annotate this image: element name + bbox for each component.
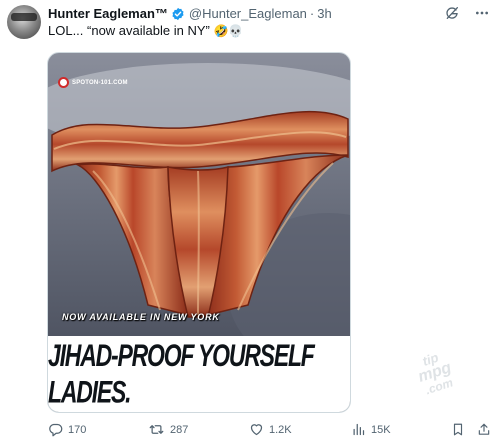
like-count: 1.2K xyxy=(269,423,292,436)
grok-icon[interactable] xyxy=(444,5,460,21)
views-count: 15K xyxy=(371,423,391,436)
share-button[interactable] xyxy=(477,422,491,437)
tweet-actions-bar: 170 287 1.2K 15K xyxy=(0,422,500,440)
tweet-body: LOL... “now available in NY” xyxy=(48,23,210,38)
views-icon xyxy=(353,423,365,436)
reply-icon xyxy=(49,423,63,437)
tweet-media-image[interactable]: SPOTON-101.COM NOW AVAILABLE IN NEW YORK… xyxy=(47,52,351,413)
like-button[interactable]: 1.2K xyxy=(249,422,292,437)
share-icon xyxy=(478,423,490,435)
reply-count: 170 xyxy=(68,423,87,436)
image-banner: JIHAD-PROOF YOURSELF LADIES. xyxy=(48,336,350,412)
separator-dot: · xyxy=(309,6,315,21)
repost-button[interactable]: 287 xyxy=(148,422,188,437)
banner-text: JIHAD-PROOF YOURSELF LADIES. xyxy=(48,337,315,410)
bookmark-icon xyxy=(453,423,463,436)
verified-badge-icon xyxy=(172,7,184,20)
like-icon xyxy=(250,424,263,436)
bacon-underwear-illustration xyxy=(51,110,349,318)
views-button[interactable]: 15K xyxy=(351,422,391,437)
bookmark-button[interactable] xyxy=(451,422,465,437)
tweet-text: LOL... “now available in NY” 🤣💀 xyxy=(48,23,243,38)
top-actions xyxy=(444,5,490,21)
watermark-logo: tip mpg .com xyxy=(412,348,457,398)
timestamp[interactable]: 3h xyxy=(317,6,331,21)
author-name[interactable]: Hunter Eagleman™ xyxy=(48,6,168,21)
author-handle[interactable]: @Hunter_Eagleman xyxy=(189,6,307,21)
tweet-emojis: 🤣💀 xyxy=(213,24,244,38)
logo-mark-icon xyxy=(58,77,69,88)
source-logo: SPOTON-101.COM xyxy=(58,77,128,88)
tweet-header: Hunter Eagleman™ @Hunter_Eagleman · 3h xyxy=(48,5,332,22)
more-icon[interactable] xyxy=(474,5,490,21)
image-caption: NOW AVAILABLE IN NEW YORK xyxy=(62,312,220,322)
repost-count: 287 xyxy=(170,423,189,436)
logo-text: SPOTON-101.COM xyxy=(72,79,128,86)
avatar[interactable] xyxy=(7,5,41,39)
reply-button[interactable]: 170 xyxy=(48,422,86,437)
repost-icon xyxy=(149,425,164,434)
